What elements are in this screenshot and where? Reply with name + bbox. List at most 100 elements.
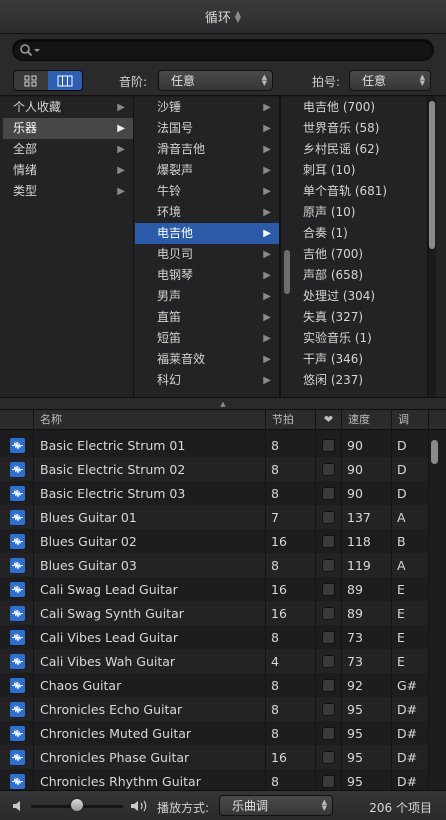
descriptor-item[interactable]: 乡村民谣 (62) xyxy=(281,139,427,160)
instrument-item[interactable]: 滑音吉他 ▶ xyxy=(135,139,279,160)
chevron-right-icon: ▶ xyxy=(117,123,125,134)
instrument-item[interactable]: 男声 ▶ xyxy=(135,286,279,307)
loop-key: D# xyxy=(397,726,418,741)
search-input[interactable] xyxy=(12,39,434,61)
instrument-item[interactable]: 福莱音效 ▶ xyxy=(135,349,279,370)
table-row[interactable]: Basic Electric Strum 03 8 90 D xyxy=(0,481,428,505)
column-view-button[interactable] xyxy=(48,71,82,90)
popup-chevron-icon: ▲ ▼ xyxy=(419,73,425,87)
scale-value: 任意 xyxy=(171,74,196,88)
table-row[interactable]: Cali Swag Synth Guitar 16 89 E xyxy=(0,601,428,625)
descriptor-item[interactable]: 合奏 (1) xyxy=(281,223,427,244)
column-header-name[interactable]: 名称 xyxy=(33,410,265,430)
window-title-bar[interactable]: 循环 ▲ ▼ xyxy=(0,0,446,34)
speaker-low-icon[interactable] xyxy=(12,800,26,812)
instrument-item[interactable]: 电钢琴 ▶ xyxy=(135,265,279,286)
descriptor-item[interactable]: 处理过 (304) xyxy=(281,286,427,307)
instrument-label: 福莱音效 xyxy=(157,352,206,366)
table-row[interactable]: Basic Electric Strum 01 8 90 D xyxy=(0,433,428,457)
speaker-high-icon[interactable] xyxy=(130,799,150,813)
category-item-instruments[interactable]: 乐器 ▶ xyxy=(3,118,133,139)
descriptor-item[interactable]: 单个音轨 (681) xyxy=(281,181,427,202)
column-header-key[interactable]: 调 xyxy=(391,410,428,430)
table-row[interactable]: Blues Guitar 02 16 118 B xyxy=(0,529,428,553)
table-row[interactable]: Blues Guitar 01 7 137 A xyxy=(0,505,428,529)
instrument-item[interactable]: 爆裂声 ▶ xyxy=(135,160,279,181)
descriptor-item[interactable]: 原声 (10) xyxy=(281,202,427,223)
favorite-checkbox[interactable] xyxy=(322,511,335,524)
instrument-item[interactable]: 直笛 ▶ xyxy=(135,307,279,328)
title-chevron-updown-icon[interactable]: ▲ ▼ xyxy=(235,9,241,23)
instrument-item[interactable]: 科幻 ▶ xyxy=(135,370,279,391)
table-row[interactable]: Chronicles Phase Guitar 16 95 D# xyxy=(0,745,428,769)
instrument-item[interactable]: 牛铃 ▶ xyxy=(135,181,279,202)
column-header-favorite[interactable]: ❤ xyxy=(315,410,341,430)
favorite-checkbox[interactable] xyxy=(322,439,335,452)
favorite-checkbox[interactable] xyxy=(322,703,335,716)
descriptor-item[interactable]: 刺耳 (10) xyxy=(281,160,427,181)
instrument-item[interactable]: 环境 ▶ xyxy=(135,202,279,223)
favorite-checkbox[interactable] xyxy=(322,631,335,644)
loop-key: D xyxy=(397,438,407,453)
instrument-item[interactable]: 电贝司 ▶ xyxy=(135,244,279,265)
column-header-tempo[interactable]: 速度 xyxy=(341,410,391,430)
column-header-beats[interactable]: 节拍 xyxy=(265,410,315,430)
search-icon[interactable] xyxy=(19,43,41,57)
descriptor-item[interactable]: 电吉他 (700) xyxy=(281,97,427,118)
descriptor-item[interactable]: 声部 (658) xyxy=(281,265,427,286)
table-row[interactable]: Cali Vibes Lead Guitar 8 73 E xyxy=(0,625,428,649)
favorite-checkbox[interactable] xyxy=(322,655,335,668)
favorite-checkbox[interactable] xyxy=(322,487,335,500)
favorite-checkbox[interactable] xyxy=(322,463,335,476)
table-row[interactable]: Chronicles Echo Guitar 8 95 D# xyxy=(0,697,428,721)
favorite-checkbox[interactable] xyxy=(322,559,335,572)
category-item-all[interactable]: 全部 ▶ xyxy=(3,139,133,160)
favorite-checkbox[interactable] xyxy=(322,775,335,788)
table-row[interactable]: Cali Vibes Wah Guitar 4 73 E xyxy=(0,649,428,673)
loop-name: Basic Electric Strum 03 xyxy=(40,486,186,501)
table-row[interactable]: Basic Electric Strum 02 8 90 D xyxy=(0,457,428,481)
play-mode-popup[interactable]: 乐曲调 ▲ ▼ xyxy=(219,795,333,816)
descriptor-item[interactable]: 失真 (327) xyxy=(281,307,427,328)
signature-popup[interactable]: 任意 ▲ ▼ xyxy=(349,70,431,91)
loop-key: E xyxy=(397,654,405,669)
loop-beats: 16 xyxy=(271,582,287,597)
audio-waveform-icon xyxy=(10,462,25,477)
view-mode-segmented-control[interactable] xyxy=(13,70,83,91)
descriptor-column-scrollbar[interactable] xyxy=(429,101,435,249)
descriptor-item[interactable]: 实验音乐 (1) xyxy=(281,328,427,349)
instrument-item[interactable]: 沙锤 ▶ xyxy=(135,97,279,118)
table-row[interactable]: Chronicles Rhythm Guitar 8 95 D# xyxy=(0,769,428,790)
loop-table-scrollbar[interactable] xyxy=(431,440,438,464)
instrument-item[interactable]: 法国号 ▶ xyxy=(135,118,279,139)
favorite-checkbox[interactable] xyxy=(322,607,335,620)
instrument-item[interactable]: 短笛 ▶ xyxy=(135,328,279,349)
category-item-mood[interactable]: 情绪 ▶ xyxy=(3,160,133,181)
category-item-genre[interactable]: 类型 ▶ xyxy=(3,181,133,202)
favorite-checkbox[interactable] xyxy=(322,751,335,764)
volume-slider-knob[interactable] xyxy=(70,798,84,812)
favorite-checkbox[interactable] xyxy=(322,727,335,740)
table-row[interactable]: Blues Guitar 03 8 119 A xyxy=(0,553,428,577)
play-mode-label: 播放方式: xyxy=(157,801,210,815)
table-row[interactable]: Chaos Guitar 8 92 G# xyxy=(0,673,428,697)
descriptor-item[interactable]: 世界音乐 (58) xyxy=(281,118,427,139)
descriptor-item[interactable]: 吉他 (700) xyxy=(281,244,427,265)
button-view-button[interactable] xyxy=(14,71,48,90)
instrument-item-selected[interactable]: 电吉他 ▶ xyxy=(135,223,279,244)
favorite-checkbox[interactable] xyxy=(322,583,335,596)
scale-popup[interactable]: 任意 ▲ ▼ xyxy=(158,70,273,91)
loop-beats: 8 xyxy=(271,702,279,717)
favorite-checkbox[interactable] xyxy=(322,535,335,548)
table-row[interactable]: Chronicles Muted Guitar 8 95 D# xyxy=(0,721,428,745)
favorite-checkbox[interactable] xyxy=(322,679,335,692)
category-item-favorites[interactable]: 个人收藏 ▶ xyxy=(3,97,133,118)
descriptor-item[interactable]: 干声 (346) xyxy=(281,349,427,370)
loop-key: D xyxy=(397,462,407,477)
loop-tempo: 90 xyxy=(347,462,363,477)
chevron-right-icon: ▶ xyxy=(117,144,125,155)
table-row[interactable]: Cali Swag Lead Guitar 16 89 E xyxy=(0,577,428,601)
loop-name: Basic Electric Strum 02 xyxy=(40,462,186,477)
descriptor-item[interactable]: 悠闲 (237) xyxy=(281,370,427,391)
split-view-divider[interactable]: ▲ xyxy=(0,397,446,410)
